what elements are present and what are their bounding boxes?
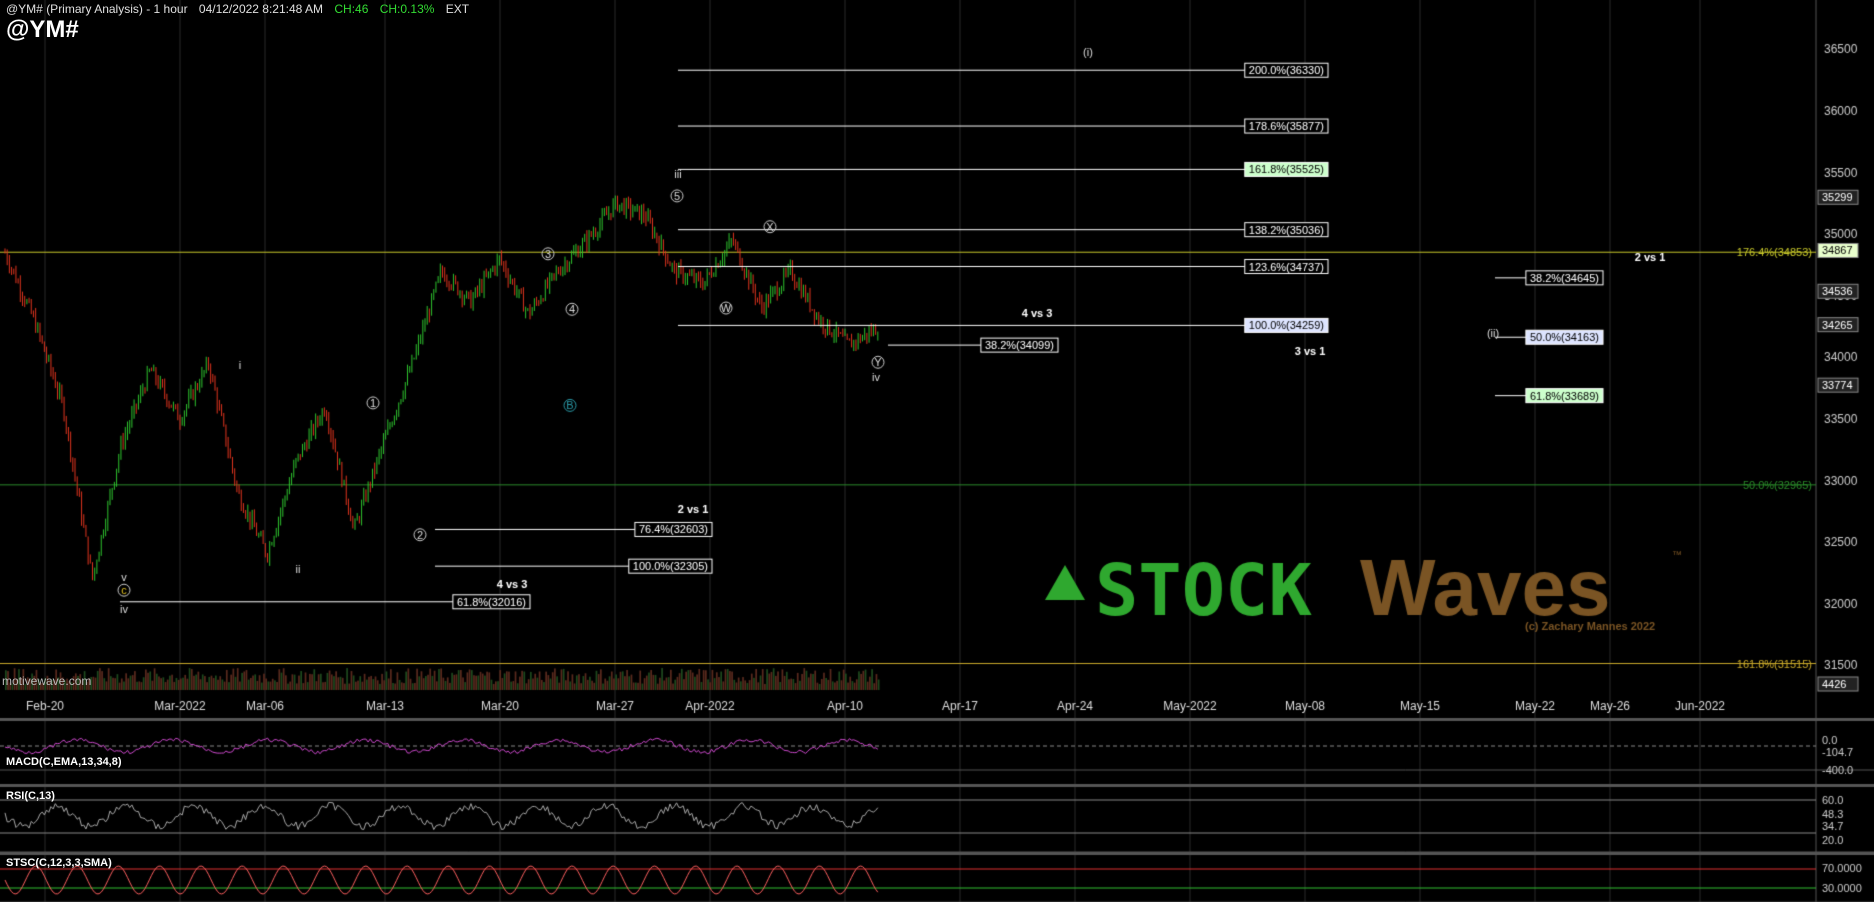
macd-title: MACD(C,EMA,13,34,8) <box>6 756 122 768</box>
price-chart-canvas[interactable] <box>0 0 1874 902</box>
change-percent: CH:0.13% <box>379 2 435 16</box>
chart-title: @YM# (Primary Analysis) - 1 hour <box>6 2 188 16</box>
session-label: EXT <box>445 2 470 16</box>
rsi-title: RSI(C,13) <box>6 790 55 802</box>
chart-header: @YM# (Primary Analysis) - 1 hour 04/12/2… <box>6 2 477 16</box>
chart-datetime: 04/12/2022 8:21:48 AM <box>198 2 324 16</box>
symbol-label: @YM# <box>6 16 79 43</box>
change-points: CH:46 <box>334 2 369 16</box>
stsc-title: STSC(C,12,3,3,SMA) <box>6 857 112 869</box>
watermark: motivewave.com <box>2 674 92 688</box>
